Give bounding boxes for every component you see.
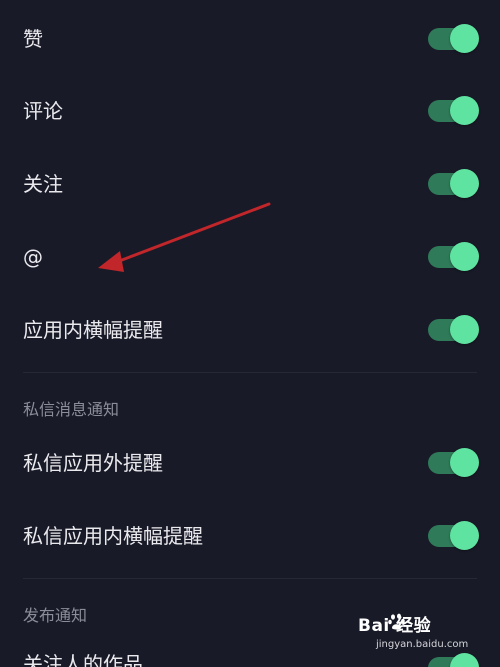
- setting-row-in-app-banner[interactable]: 应用内横幅提醒: [0, 303, 500, 357]
- notification-settings-screen: 赞 评论 关注 @ 应用内横幅提醒 私信消息通知 私信应用外提醒 私信应用内横幅…: [0, 0, 500, 667]
- setting-row-dm-outside-app[interactable]: 私信应用外提醒: [0, 436, 500, 490]
- section-header-private-message: 私信消息通知: [23, 400, 120, 419]
- setting-label-like: 赞: [23, 27, 43, 51]
- toggle-in-app-banner[interactable]: [428, 315, 479, 344]
- setting-row-comment[interactable]: 评论: [0, 84, 500, 138]
- toggle-knob: [450, 169, 479, 198]
- toggle-knob: [450, 448, 479, 477]
- setting-label-comment: 评论: [23, 99, 63, 123]
- setting-label-in-app-banner: 应用内横幅提醒: [23, 318, 163, 342]
- toggle-knob: [450, 521, 479, 550]
- section-header-publish: 发布通知: [23, 606, 88, 625]
- setting-label-follow: 关注: [23, 172, 63, 196]
- toggle-knob: [450, 242, 479, 271]
- toggle-like[interactable]: [428, 24, 479, 53]
- setting-row-like[interactable]: 赞: [0, 12, 500, 66]
- toggle-dm-outside-app[interactable]: [428, 448, 479, 477]
- baidu-watermark: Bai 经验 jingyan.baidu.com: [358, 611, 474, 659]
- setting-label-mention: @: [23, 245, 43, 269]
- setting-row-follow[interactable]: 关注: [0, 157, 500, 211]
- setting-label-dm-outside-app: 私信应用外提醒: [23, 451, 163, 475]
- setting-label-followed-works: 关注人的作品: [23, 652, 143, 667]
- section-divider: [23, 372, 477, 373]
- toggle-knob: [450, 24, 479, 53]
- toggle-dm-in-app-banner[interactable]: [428, 521, 479, 550]
- toggle-follow[interactable]: [428, 169, 479, 198]
- baidu-paw-icon: [388, 613, 405, 630]
- toggle-knob: [450, 96, 479, 125]
- toggle-knob: [450, 315, 479, 344]
- setting-row-mention[interactable]: @: [0, 230, 500, 284]
- toggle-comment[interactable]: [428, 96, 479, 125]
- toggle-mention[interactable]: [428, 242, 479, 271]
- watermark-url: jingyan.baidu.com: [376, 639, 469, 650]
- setting-row-dm-in-app-banner[interactable]: 私信应用内横幅提醒: [0, 509, 500, 563]
- section-divider: [23, 578, 477, 579]
- setting-label-dm-in-app-banner: 私信应用内横幅提醒: [23, 524, 203, 548]
